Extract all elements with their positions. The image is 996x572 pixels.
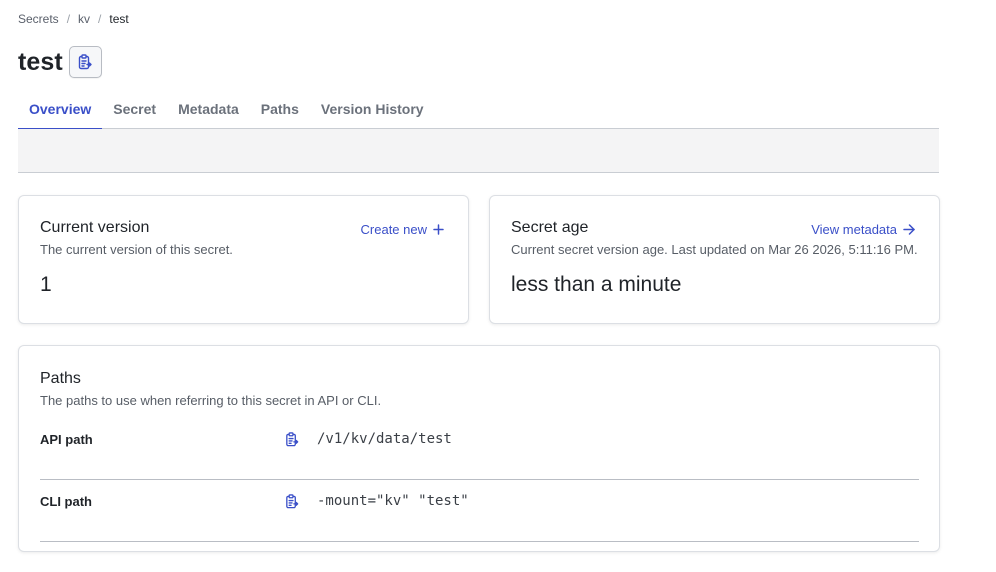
arrow-right-icon [903,224,915,235]
secret-age-description: Current secret version age. Last updated… [511,242,918,257]
create-new-link[interactable]: Create new [361,222,444,237]
breadcrumb-item-secrets[interactable]: Secrets [18,12,59,26]
cli-path-value: -mount="kv" "test" [317,493,469,509]
api-path-label: API path [40,432,93,447]
create-new-label: Create new [360,222,427,237]
current-version-description: The current version of this secret. [40,242,233,257]
page-header: test [18,46,102,78]
view-metadata-link[interactable]: View metadata [811,222,915,237]
paths-card: Paths The paths to use when referring to… [18,345,940,552]
copy-title-button[interactable] [68,46,102,78]
clipboard-copy-icon[interactable] [284,494,300,510]
breadcrumb-separator: / [98,12,102,26]
tab-version-history[interactable]: Version History [310,88,435,129]
paths-description: The paths to use when referring to this … [40,393,382,408]
paths-title: Paths [40,370,81,387]
tab-metadata[interactable]: Metadata [167,88,250,129]
tab-bar: Overview Secret Metadata Paths Version H… [18,88,939,130]
clipboard-copy-icon [79,53,93,69]
secret-age-value: less than a minute [511,273,682,296]
breadcrumb: Secrets / kv / test [18,12,129,26]
breadcrumb-current: test [109,12,129,26]
cli-path-label: CLI path [40,494,92,509]
api-path-value: /v1/kv/data/test [317,431,452,447]
api-path-row: API path /v1/kv/data/test [40,418,919,480]
secret-age-card: Secret age Current secret version age. L… [489,195,940,324]
view-metadata-label: View metadata [811,222,897,237]
breadcrumb-item-kv[interactable]: kv [78,12,90,26]
cli-path-row: CLI path -mount="kv" "test" [40,480,919,542]
current-version-value: 1 [40,273,52,296]
page-title: test [18,47,63,76]
breadcrumb-separator: / [66,12,71,26]
plus-icon [433,224,444,235]
tab-paths[interactable]: Paths [250,88,310,129]
page: Secrets / kv / test test Overview Secret… [0,0,996,572]
tab-overview[interactable]: Overview [18,88,103,130]
clipboard-copy-icon[interactable] [284,432,300,448]
current-version-card: Current version The current version of t… [18,195,469,324]
toolbar-strip [18,129,939,173]
tab-secret[interactable]: Secret [102,88,167,129]
